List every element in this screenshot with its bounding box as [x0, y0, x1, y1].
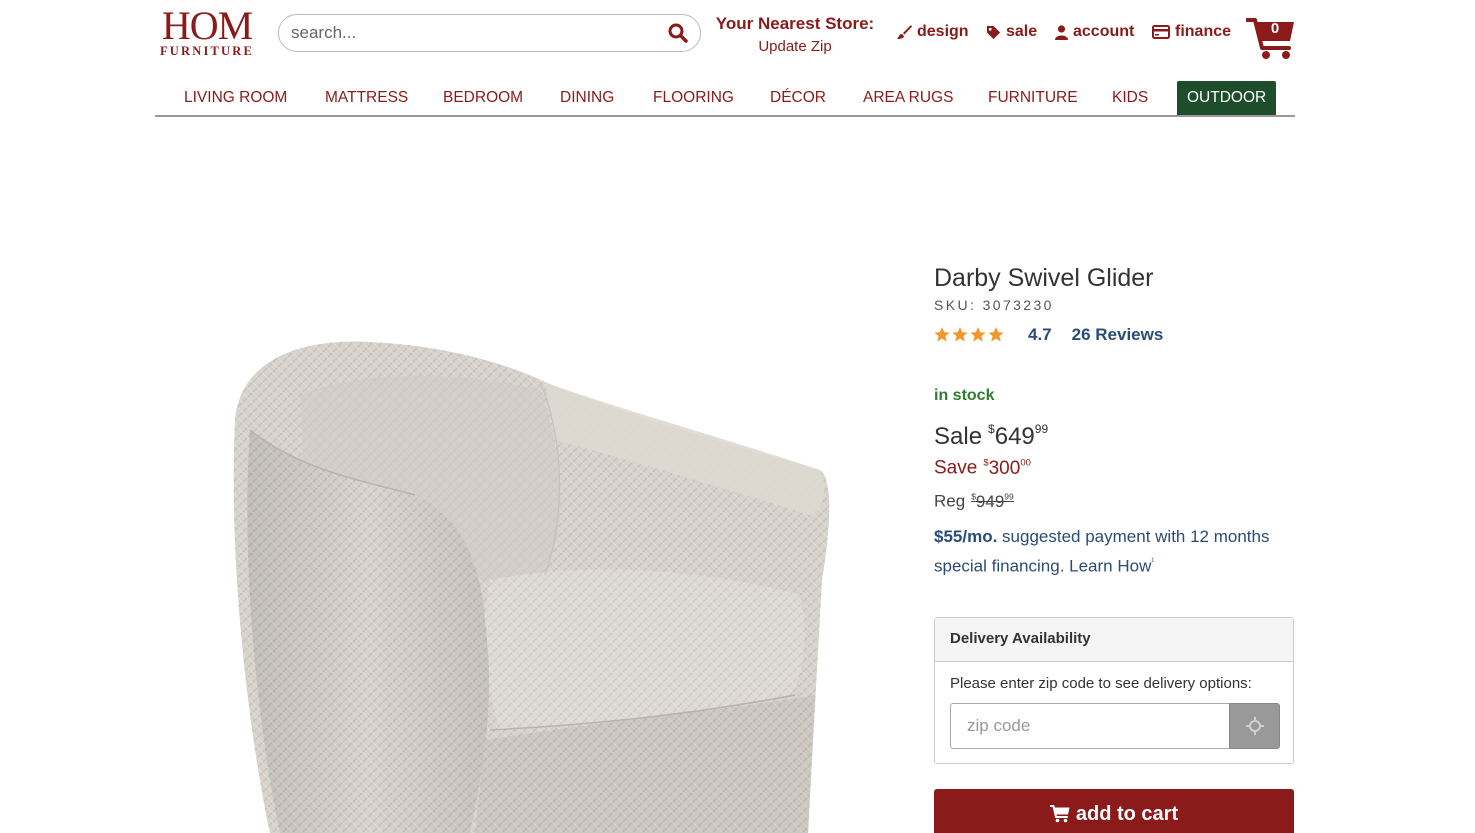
product-title: Darby Swivel Glider [934, 264, 1154, 292]
financing-footnote: ¹ [1151, 556, 1155, 566]
nav-area-rugs[interactable]: AREA RUGS [863, 81, 953, 115]
design-label: design [917, 23, 969, 40]
nav-outdoor[interactable]: OUTDOOR [1177, 81, 1277, 115]
nav-living-room[interactable]: LIVING ROOM [184, 81, 287, 115]
regular-price: Reg $94999 [934, 491, 1014, 512]
financing-info[interactable]: $55/mo. suggested payment with 12 months… [934, 524, 1294, 579]
sale-label: sale [1006, 23, 1038, 40]
star-half-icon [1006, 327, 1012, 342]
nav-furniture[interactable]: FURNITURE [988, 81, 1078, 115]
logo-subtitle: FURNITURE [159, 44, 255, 58]
cart-count: 0 [1270, 20, 1280, 37]
save-amount: Save $30000 [934, 457, 1031, 480]
finance-label: finance [1175, 23, 1232, 40]
design-link[interactable]: design [896, 21, 969, 43]
add-to-cart-label: add to cart [1075, 803, 1179, 825]
finance-link[interactable]: finance [1152, 21, 1231, 43]
star-rating [934, 327, 1012, 342]
save-cents: 00 [1020, 457, 1031, 468]
update-zip-link[interactable]: Update Zip [712, 34, 878, 60]
save-dollars: 300 [988, 457, 1021, 479]
main-nav: LIVING ROOM MATTRESS BEDROOM DINING FLOO… [155, 81, 1295, 117]
account-label: account [1073, 23, 1135, 40]
locate-button[interactable] [1229, 703, 1280, 749]
star-icon [988, 327, 1004, 342]
brush-icon [897, 25, 912, 39]
nav-dining[interactable]: DINING [560, 81, 614, 115]
user-icon [1055, 24, 1068, 40]
product-image[interactable] [210, 320, 860, 833]
stock-status: in stock [934, 387, 995, 404]
reg-cents: 99 [1004, 491, 1014, 501]
sale-link[interactable]: sale [986, 21, 1037, 43]
reviews-link[interactable]: 26 Reviews [1072, 325, 1164, 345]
cart-button[interactable]: 0 [1245, 16, 1296, 60]
delivery-heading: Delivery Availability [935, 618, 1293, 662]
star-icon [970, 327, 986, 342]
sale-dollars: 649 [994, 422, 1035, 450]
store-title: Your Nearest Store: [715, 14, 875, 33]
delivery-prompt: Please enter zip code to see delivery op… [950, 675, 1252, 692]
sale-label: Sale [934, 422, 983, 450]
nav-bedroom[interactable]: BEDROOM [443, 81, 523, 115]
account-link[interactable]: account [1055, 21, 1134, 43]
cart-icon [1049, 805, 1070, 823]
add-to-cart-button[interactable]: add to cart [934, 789, 1294, 833]
crosshair-icon [1245, 717, 1264, 735]
credit-card-icon [1152, 25, 1170, 39]
product-sku: SKU: 3073230 [934, 297, 1054, 313]
sale-cents: 99 [1034, 422, 1049, 436]
star-icon [934, 327, 950, 342]
nav-mattress[interactable]: MATTRESS [325, 81, 408, 115]
nav-flooring[interactable]: FLOORING [653, 81, 734, 115]
zip-code-input[interactable] [950, 703, 1230, 749]
search-input[interactable] [291, 15, 651, 51]
save-label: Save [934, 457, 978, 479]
star-icon [952, 327, 968, 342]
reg-label: Reg [934, 491, 966, 511]
nav-decor[interactable]: DÉCOR [770, 81, 826, 115]
nearest-store: Your Nearest Store: Update Zip [712, 14, 878, 60]
delivery-availability-panel: Delivery Availability Please enter zip c… [934, 617, 1294, 764]
tag-icon [986, 25, 1001, 39]
site-logo[interactable]: HOM FURNITURE [155, 3, 259, 58]
product-rating[interactable]: 4.7 26 Reviews [934, 325, 1163, 345]
nav-kids[interactable]: KIDS [1112, 81, 1148, 115]
logo-wordmark: HOM [161, 3, 253, 48]
search-bar [278, 14, 701, 52]
rating-value: 4.7 [1028, 325, 1052, 344]
search-icon[interactable] [668, 23, 690, 45]
reg-dollars: 949 [975, 491, 1005, 511]
sale-currency: $ [988, 422, 995, 436]
sale-price: Sale $64999 [934, 422, 1048, 451]
financing-amount: $55/mo. [934, 527, 998, 546]
